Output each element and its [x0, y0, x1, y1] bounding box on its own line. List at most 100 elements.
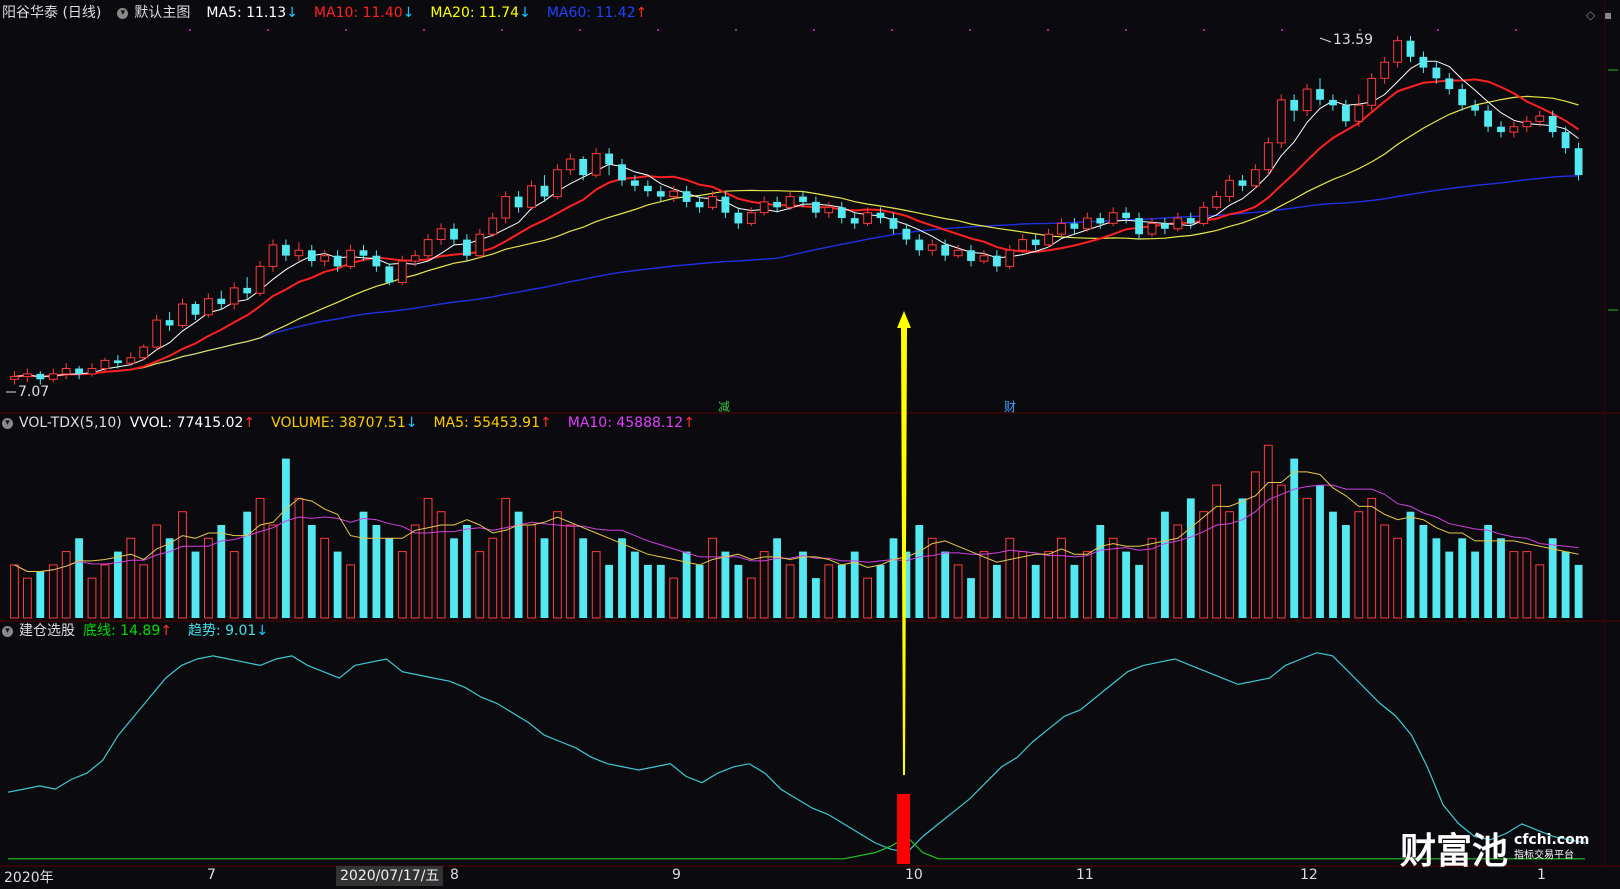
volume-bar — [618, 538, 626, 618]
volume-bar — [1251, 471, 1260, 619]
candle-body — [36, 373, 45, 380]
candle-body — [450, 228, 458, 240]
candle-body — [876, 212, 885, 219]
volume-bar — [967, 578, 975, 618]
candle-body — [359, 250, 368, 256]
volume-bar — [605, 564, 613, 618]
volume-bar — [1354, 511, 1364, 619]
volume-bar — [139, 564, 149, 619]
candle-body — [1458, 89, 1467, 106]
expand-icon[interactable]: ◇ — [1586, 8, 1595, 22]
volume-bar — [1574, 564, 1583, 618]
candle-body — [1419, 56, 1428, 68]
candle-body — [591, 153, 601, 176]
chart-canvas[interactable] — [0, 0, 1620, 889]
candle-body — [294, 249, 304, 257]
chart-settings-icon[interactable]: ▾ — [117, 7, 129, 19]
reduction-event-marker[interactable]: 减 — [718, 398, 730, 415]
candle-body — [152, 319, 162, 348]
candle-body — [514, 196, 523, 208]
volume-bar — [423, 497, 433, 619]
close-panel-icon[interactable]: ▪ — [1604, 8, 1612, 22]
candle-body — [10, 376, 19, 380]
volume-settings-icon[interactable]: ▾ — [2, 417, 13, 429]
finance-event-marker[interactable]: 财 — [1004, 398, 1016, 415]
volume-bar — [1238, 498, 1247, 618]
event-dot — [1359, 29, 1361, 31]
candle-body — [1108, 212, 1118, 224]
indicator-name[interactable]: 建仓选股 — [19, 620, 75, 642]
event-dot — [735, 29, 737, 31]
chart-type-label[interactable]: 默认主图 — [134, 2, 190, 24]
volume-bar — [1199, 511, 1209, 619]
candle-body — [631, 180, 639, 186]
candle-body — [773, 201, 781, 208]
candle-body — [1574, 148, 1583, 176]
volume-bar — [1509, 551, 1519, 619]
bottom-line-readout: 底线: 14.89↑ — [83, 623, 172, 639]
volume-bar — [268, 524, 278, 619]
volume-bar — [759, 551, 769, 619]
indicator-panel-header: ▾ 建仓选股 底线: 14.89↑ 趋势: 9.01↓ — [0, 620, 278, 642]
vol-ma5-readout: MA5: 55453.91↑ — [433, 415, 552, 431]
indicator-settings-icon[interactable]: ▾ — [2, 625, 13, 637]
volume-bar — [1135, 564, 1143, 618]
volume-bar — [876, 564, 885, 618]
event-dot — [345, 29, 347, 31]
volume-bar — [565, 524, 575, 619]
volume-bar — [1342, 525, 1350, 618]
candle-body — [837, 207, 846, 218]
high-price-marker: 13.59 — [1333, 32, 1374, 48]
candle-body — [463, 239, 471, 256]
x-axis-month-8: 8 — [450, 867, 459, 883]
candle-body — [100, 359, 110, 369]
volume-bar — [1083, 551, 1092, 619]
volume-bar — [1302, 497, 1312, 619]
volume-bar — [488, 537, 498, 619]
trend-readout: 趋势: 9.01↓ — [187, 623, 269, 639]
candle-body — [1509, 126, 1519, 133]
candle-body — [1484, 110, 1492, 127]
candle-body — [268, 244, 278, 267]
volume-bar — [1432, 538, 1441, 618]
volume-bar — [979, 551, 989, 619]
vvol-arrow: ↑ — [243, 415, 256, 431]
volume-bar — [450, 538, 458, 618]
buy-signal-bar — [897, 794, 910, 864]
volume-bar — [773, 538, 781, 618]
volume-indicator-name[interactable]: VOL-TDX(5,10) — [19, 412, 122, 434]
volume-bar — [1393, 537, 1402, 619]
volume-readout: VOLUME: 38707.51↓ — [271, 415, 418, 431]
volume-bar — [100, 564, 110, 619]
volume-bar — [540, 538, 549, 618]
event-dot — [1047, 29, 1049, 31]
stock-chart-window[interactable]: 阳谷华泰 (日线) ▾ 默认主图 MA5: 11.13↓ MA10: 11.40… — [0, 0, 1620, 889]
volume-bar — [23, 577, 32, 619]
candle-body — [139, 346, 149, 359]
candle-body — [204, 298, 213, 316]
event-dot — [1125, 29, 1127, 31]
volume-bar — [656, 564, 665, 618]
watermark-brand: 财富池 — [1400, 831, 1509, 872]
event-dot — [1515, 29, 1517, 31]
event-dot — [1281, 29, 1283, 31]
candle-body — [1561, 132, 1570, 149]
candle-body — [436, 228, 446, 241]
volume-bar — [61, 551, 71, 619]
candle-body — [23, 373, 32, 378]
volume-bar — [695, 564, 704, 618]
volume-bar — [243, 511, 252, 618]
ma60-readout: MA60: 11.42↑ — [546, 5, 648, 21]
volume-bar — [1108, 537, 1118, 619]
stock-name[interactable]: 阳谷华泰 (日线) — [2, 2, 101, 24]
volume-bar — [191, 551, 200, 618]
candle-body — [1329, 99, 1337, 106]
candle-body — [1225, 179, 1234, 197]
volume-bar — [889, 538, 898, 618]
volume-bar — [785, 564, 795, 619]
ma5-readout: MA5: 11.13↓ — [206, 5, 298, 21]
volume-bar — [307, 525, 316, 618]
candle-body — [87, 368, 97, 375]
volume-bar — [397, 551, 407, 619]
candle-body — [695, 201, 704, 208]
